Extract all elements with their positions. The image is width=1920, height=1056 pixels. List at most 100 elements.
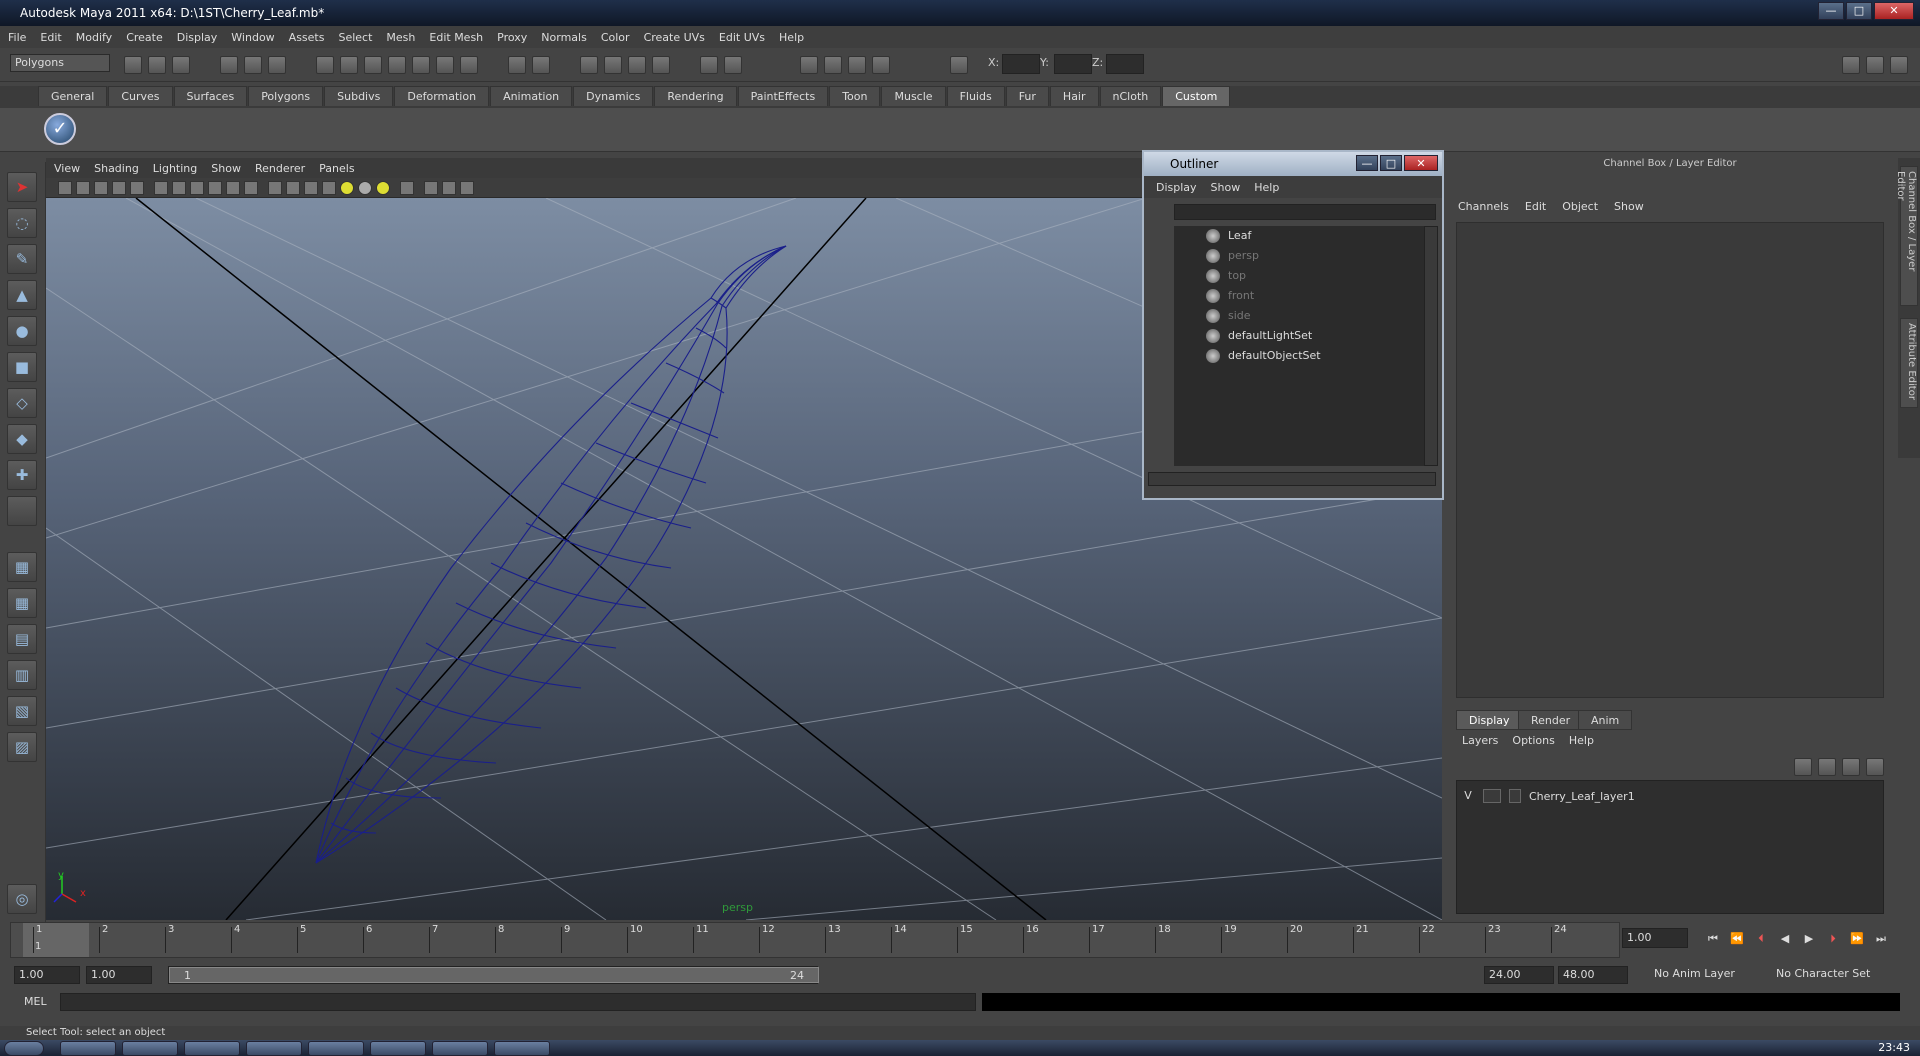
layer-visibility-toggle[interactable]: V (1461, 789, 1475, 803)
menu-help[interactable]: Help (779, 31, 804, 44)
new-layer-icon[interactable] (1794, 758, 1812, 776)
current-time-field[interactable]: 1.00 (1622, 928, 1688, 948)
menu-window[interactable]: Window (231, 31, 274, 44)
image-plane-icon[interactable] (112, 181, 126, 195)
xray-joints-icon[interactable] (442, 181, 456, 195)
textured-icon[interactable] (322, 181, 336, 195)
character-set-dropdown[interactable]: No Character Set (1772, 966, 1880, 984)
rotate-tool-icon[interactable]: ● (7, 316, 37, 346)
lasso-tool-icon[interactable]: ◌ (7, 208, 37, 238)
menu-edit-mesh[interactable]: Edit Mesh (429, 31, 483, 44)
menu-select[interactable]: Select (338, 31, 372, 44)
vp-menu-view[interactable]: View (54, 162, 80, 175)
taskbar-item[interactable] (494, 1041, 550, 1056)
outliner-item[interactable]: side (1174, 306, 1424, 326)
menu-normals[interactable]: Normals (541, 31, 587, 44)
shelf-tab-polygons[interactable]: Polygons (248, 86, 324, 106)
outliner-close-button[interactable]: ✕ (1404, 155, 1438, 171)
new-scene-icon[interactable] (124, 56, 142, 74)
shelf-tab-rendering[interactable]: Rendering (654, 86, 737, 106)
layer-menu-options[interactable]: Options (1512, 734, 1554, 747)
cb-menu-channels[interactable]: Channels (1458, 200, 1509, 213)
layer-tab-anim[interactable]: Anim (1578, 710, 1633, 730)
select-hierarchy-icon[interactable] (220, 56, 238, 74)
soft-mod-tool-icon[interactable]: ◆ (7, 424, 37, 454)
grid-toggle-icon[interactable] (130, 181, 144, 195)
quick-layout-icon[interactable]: ◎ (7, 884, 37, 914)
outliner-menu-show[interactable]: Show (1211, 181, 1241, 194)
show-hide-tool-settings-icon[interactable] (1866, 56, 1884, 74)
hud-icon[interactable] (460, 181, 474, 195)
end-time-field[interactable]: 48.00 (1558, 966, 1628, 984)
transform-mode-icon[interactable] (950, 56, 968, 74)
camera-select-icon[interactable] (58, 181, 72, 195)
ipr-icon[interactable] (532, 56, 550, 74)
maximize-button[interactable]: □ (1846, 2, 1872, 20)
outliner-icon[interactable] (824, 56, 842, 74)
menu-edit-uvs[interactable]: Edit UVs (719, 31, 765, 44)
smooth-shade-icon[interactable] (286, 181, 300, 195)
y-field[interactable] (1054, 54, 1092, 74)
taskbar-item[interactable] (432, 1041, 488, 1056)
playback-end-field[interactable]: 24.00 (1484, 966, 1554, 984)
save-scene-icon[interactable] (172, 56, 190, 74)
outliner-item[interactable]: persp (1174, 246, 1424, 266)
render-view-icon[interactable] (580, 56, 598, 74)
paint-select-tool-icon[interactable]: ✎ (7, 244, 37, 274)
time-slider[interactable]: 1 2 3 4 5 6 7 8 9 10 11 12 13 14 15 16 17 18 19 20 21 22 23 24 … (10, 922, 1620, 958)
outliner-titlebar[interactable]: Outliner — □ ✕ (1144, 152, 1442, 176)
menu-create-uvs[interactable]: Create UVs (644, 31, 705, 44)
bookmark-icon[interactable] (94, 181, 108, 195)
menu-file[interactable]: File (8, 31, 26, 44)
wireframe-icon[interactable] (268, 181, 282, 195)
render-frame-icon[interactable] (604, 56, 622, 74)
shelf-tab-custom[interactable]: Custom (1162, 86, 1231, 106)
outliner-hscrollbar[interactable] (1148, 472, 1436, 486)
menu-modify[interactable]: Modify (76, 31, 112, 44)
menu-display[interactable]: Display (177, 31, 218, 44)
mel-label[interactable]: MEL (24, 995, 47, 1008)
taskbar-item[interactable] (184, 1041, 240, 1056)
check-icon[interactable]: ✓ (44, 113, 76, 145)
play-forwards-icon[interactable]: ▶ (1800, 930, 1818, 948)
shelf-tab-toon[interactable]: Toon (829, 86, 881, 106)
outliner-minimize-button[interactable]: — (1356, 155, 1378, 171)
xray-icon[interactable] (400, 181, 414, 195)
layout-hypershade-icon[interactable]: ▧ (7, 696, 37, 726)
outliner-item[interactable]: top (1174, 266, 1424, 286)
shelf-tab-surfaces[interactable]: Surfaces (173, 86, 248, 106)
shelf-tab-animation[interactable]: Animation (490, 86, 573, 106)
scale-tool-icon[interactable]: ■ (7, 352, 37, 382)
vp-menu-lighting[interactable]: Lighting (153, 162, 197, 175)
render-settings-icon[interactable] (652, 56, 670, 74)
all-lights-icon[interactable] (358, 181, 372, 195)
live-surface-icon[interactable] (412, 56, 430, 74)
tab-channel-box[interactable]: Channel Box / Layer Editor (1895, 166, 1918, 306)
universal-manipulator-icon[interactable]: ◇ (7, 388, 37, 418)
construction-icon[interactable] (460, 56, 478, 74)
shelf-tab-deformation[interactable]: Deformation (394, 86, 490, 106)
outliner-item[interactable]: front (1174, 286, 1424, 306)
layer-options-icon[interactable] (1866, 758, 1884, 776)
taskbar-item[interactable] (60, 1041, 116, 1056)
show-hide-channel-box-icon[interactable] (1890, 56, 1908, 74)
hypershade-icon[interactable] (724, 56, 742, 74)
outliner-vscrollbar[interactable] (1424, 226, 1438, 466)
last-tool-icon[interactable] (7, 496, 37, 526)
snap-plane-icon[interactable] (388, 56, 406, 74)
wireframe-on-shaded-icon[interactable] (304, 181, 318, 195)
minimize-button[interactable]: — (1818, 2, 1844, 20)
show-hide-attr-editor-icon[interactable] (1842, 56, 1860, 74)
shelf-tab-general[interactable]: General (38, 86, 108, 106)
menu-edit[interactable]: Edit (40, 31, 61, 44)
outliner-item[interactable]: Leaf (1174, 226, 1424, 246)
step-back-key-icon[interactable]: ⏪ (1728, 930, 1746, 948)
shelf-tab-curves[interactable]: Curves (108, 86, 173, 106)
ipr-render-icon[interactable] (628, 56, 646, 74)
layer-tab-render[interactable]: Render (1518, 710, 1584, 730)
layer-type-toggle[interactable] (1483, 789, 1501, 803)
vp-menu-show[interactable]: Show (211, 162, 241, 175)
step-forward-frame-icon[interactable]: ⏵ (1824, 930, 1842, 948)
shelf-tab-muscle[interactable]: Muscle (881, 86, 946, 106)
shelf-tab-painteffects[interactable]: PaintEffects (737, 86, 829, 106)
